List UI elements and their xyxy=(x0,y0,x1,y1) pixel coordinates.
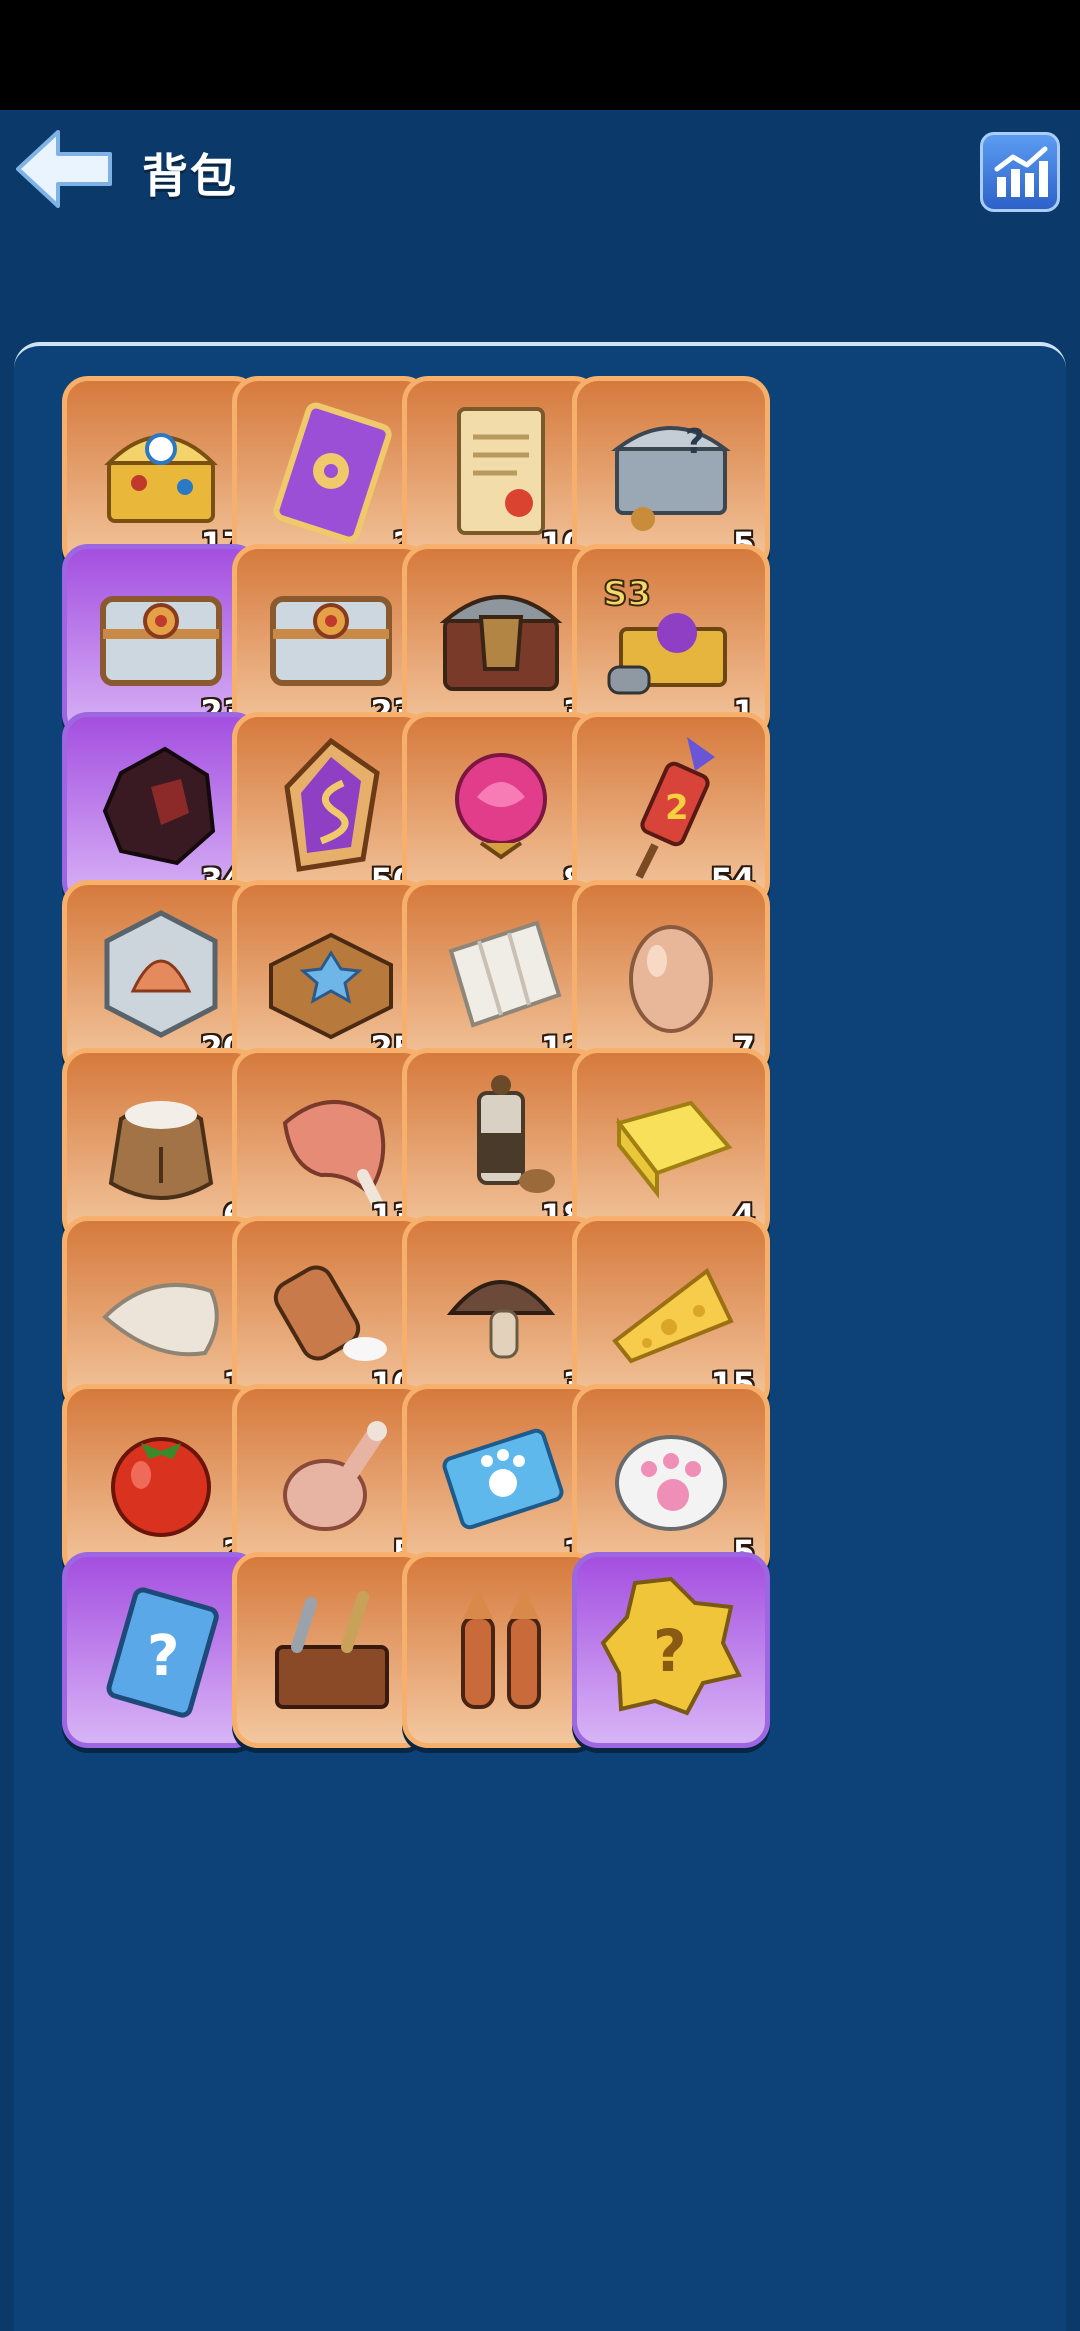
tomato-icon xyxy=(111,1437,211,1537)
rose-icon xyxy=(455,753,547,860)
svg-text:?: ? xyxy=(147,1624,179,1689)
stats-chart-icon xyxy=(994,146,1048,197)
chicken-leg-icon xyxy=(283,1421,387,1531)
inventory-item[interactable]: 23 xyxy=(62,544,260,740)
backpack-screen: 背包 资源 加速 增益 装备 其他 17210?523233S313450825… xyxy=(0,110,1080,2331)
stats-button[interactable] xyxy=(980,132,1060,212)
inventory-item[interactable]: 12 xyxy=(402,880,600,1076)
back-button[interactable] xyxy=(14,126,114,212)
inventory-item[interactable]: 2 xyxy=(232,376,430,572)
inventory-item[interactable]: 2 xyxy=(62,1384,260,1580)
inventory-item[interactable]: ? xyxy=(62,1552,260,1748)
season-s3-chest-icon: S3 xyxy=(602,573,727,695)
svg-text:2: 2 xyxy=(665,788,689,828)
mystery-gold-badge-icon: ? xyxy=(600,1576,742,1716)
svg-text:?: ? xyxy=(685,422,705,462)
flour-sack-icon xyxy=(108,1101,214,1200)
egg-icon xyxy=(629,925,713,1033)
inventory-item[interactable] xyxy=(232,1552,430,1748)
inventory-item[interactable] xyxy=(402,1552,600,1748)
inventory-item[interactable]: 254 xyxy=(572,712,770,908)
inventory-item[interactable]: 1 xyxy=(62,1216,260,1412)
inventory-item[interactable]: 20 xyxy=(62,880,260,1076)
inventory-item[interactable]: 3 xyxy=(402,1216,600,1412)
inventory-item[interactable]: 5 xyxy=(232,1384,430,1580)
inventory-item[interactable]: 3 xyxy=(402,544,600,740)
mystery-card-icon: ? xyxy=(106,1587,219,1718)
back-arrow-icon xyxy=(16,130,112,208)
inventory-item[interactable]: 18 xyxy=(402,1048,600,1244)
mushroom-icon xyxy=(446,1280,556,1359)
inventory-item[interactable]: 10 xyxy=(402,376,600,572)
inventory-item[interactable]: 10 xyxy=(232,1216,430,1412)
header: 背包 xyxy=(0,110,1080,230)
inventory-item[interactable]: 25 xyxy=(232,880,430,1076)
inventory-item[interactable]: 15 xyxy=(572,1216,770,1412)
inventory-item[interactable]: ?5 xyxy=(572,376,770,572)
item-grid: 17210?523233S313450825420251276131841103… xyxy=(14,342,1066,2331)
inventory-item[interactable]: S31 xyxy=(572,544,770,740)
mystery-silver-chest-icon: ? xyxy=(611,422,731,531)
tool-crate-icon xyxy=(275,1591,389,1709)
fish-fillet-icon xyxy=(102,1283,219,1357)
inventory-item[interactable]: 4 xyxy=(572,1048,770,1244)
inventory-item[interactable]: 13 xyxy=(232,1048,430,1244)
inventory-item[interactable]: 17 xyxy=(62,376,260,572)
paw-cookie-icon xyxy=(615,1435,727,1531)
helmet-chest-icon xyxy=(439,595,563,691)
paw-ticket-icon xyxy=(442,1428,564,1530)
rocket-bundle-icon xyxy=(461,1587,541,1709)
category-tabs: 资源 加速 增益 装备 其他 xyxy=(0,230,1080,466)
inventory-item[interactable]: 6 xyxy=(62,1048,260,1244)
inventory-item[interactable]: 7 xyxy=(572,880,770,1076)
status-bar xyxy=(0,0,1080,110)
svg-text:S3: S3 xyxy=(603,574,651,614)
purple-card-icon xyxy=(273,402,392,543)
inventory-item[interactable]: 23 xyxy=(232,544,430,740)
inventory-item[interactable]: 34 xyxy=(62,712,260,908)
inventory-item[interactable]: ? xyxy=(572,1552,770,1748)
inventory-item[interactable]: 8 xyxy=(402,712,600,908)
inventory-item[interactable]: 5 xyxy=(572,1384,770,1580)
inventory-item[interactable]: 1 xyxy=(402,1384,600,1580)
butter-icon xyxy=(615,1100,733,1199)
inventory-item[interactable]: 50 xyxy=(232,712,430,908)
svg-text:?: ? xyxy=(653,1617,687,1685)
page-title: 背包 xyxy=(142,149,238,203)
